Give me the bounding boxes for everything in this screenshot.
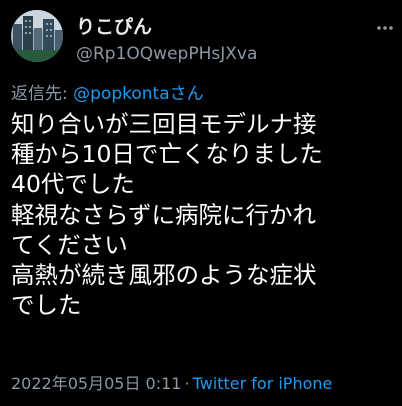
user-handle[interactable]: @Rp1OQwepPHsJXva: [76, 43, 257, 65]
tweet-text-line: 種から10日で亡くなりました: [11, 140, 323, 169]
avatar[interactable]: [11, 10, 63, 62]
tweet-text-line: てください: [11, 230, 128, 259]
reply-context: 返信先: @popkontaさん: [11, 82, 204, 106]
tweet-card: りこぴん @Rp1OQwepPHsJXva 返信先: @popkontaさん 知…: [0, 0, 402, 406]
tweet-text-line: でした: [11, 291, 82, 320]
reply-mention-link[interactable]: @popkontaさん: [73, 84, 203, 104]
display-name[interactable]: りこぴん: [76, 15, 152, 39]
reply-prefix: 返信先:: [11, 84, 74, 104]
meta-separator: ·: [184, 374, 190, 393]
avatar-image: [11, 10, 63, 62]
tweet-meta: 2022年05月05日 0:11 · Twitter for iPhone: [11, 373, 332, 395]
source-link[interactable]: Twitter for iPhone: [193, 374, 333, 393]
tweet-text-line: 高熱が続き風邪のような症状: [11, 261, 317, 290]
timestamp[interactable]: 2022年05月05日 0:11: [11, 374, 181, 393]
tweet-text-line: 40代でした: [11, 170, 135, 199]
more-options-icon[interactable]: [375, 18, 395, 38]
tweet-text-line: 軽視なさらずに病院に行かれ: [11, 200, 317, 229]
tweet-text: 知り合いが三回目モデルナ接 種から10日で亡くなりました 40代でした 軽視なさ…: [11, 109, 401, 320]
tweet-text-line: 知り合いが三回目モデルナ接: [11, 110, 317, 138]
